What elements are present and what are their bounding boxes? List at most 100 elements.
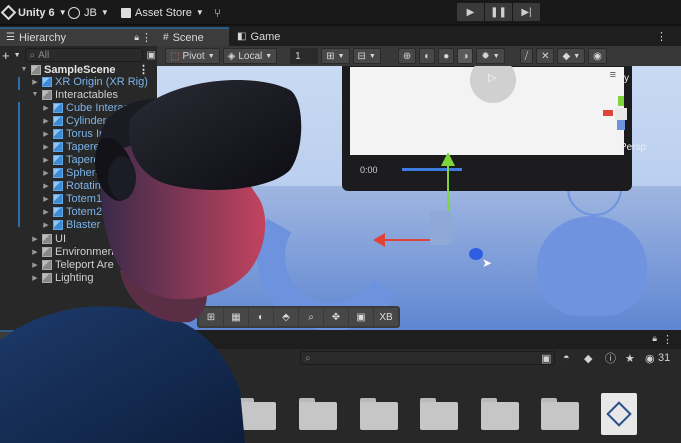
expand-arrow-icon[interactable]: ▶: [42, 143, 50, 151]
expand-arrow-icon[interactable]: ▶: [42, 104, 50, 112]
persp-label[interactable]: Persp: [620, 142, 646, 153]
project-search-input[interactable]: ⌕: [300, 351, 555, 365]
add-button[interactable]: +: [2, 351, 10, 366]
gizmo-view-x[interactable]: [603, 110, 613, 116]
expand-arrow-icon[interactable]: ▶: [31, 235, 39, 243]
expand-arrow-icon[interactable]: ▶: [42, 130, 50, 138]
tree-item[interactable]: ▶ Rotatin: [42, 179, 101, 192]
hidden-packages-icon[interactable]: ⓘ: [605, 350, 616, 366]
tree-item[interactable]: ▶ Blaster: [42, 218, 100, 231]
account-dropdown[interactable]: JB ▼: [68, 4, 109, 21]
expand-arrow-icon[interactable]: ▶: [42, 221, 50, 229]
orientation-gizmo[interactable]: [603, 96, 639, 132]
scene-viewport[interactable]: ▷ ≡ 0:00 ➤ y Persp: [157, 66, 681, 330]
version-control-button[interactable]: ⑂: [214, 4, 221, 21]
overlay-search-button[interactable]: ⌕: [299, 308, 323, 326]
expand-arrow-icon[interactable]: ▶: [42, 156, 50, 164]
filter-label-icon[interactable]: ◆: [584, 352, 592, 365]
gizmos-visibility-button[interactable]: ◉: [588, 48, 607, 64]
tab-hierarchy[interactable]: ☰ Hierarchy 🔒︎ ⋮: [0, 27, 157, 46]
expand-arrow-icon[interactable]: ▶: [31, 274, 39, 282]
folder-item[interactable]: [541, 398, 579, 430]
overlay-move-button[interactable]: ✥: [324, 308, 348, 326]
favorites-row[interactable]: ▼ ★ Fa: [4, 367, 41, 381]
expand-arrow-icon[interactable]: ▼: [20, 66, 28, 73]
save-search-icon[interactable]: ▣: [541, 352, 551, 365]
folder-item[interactable]: [299, 398, 337, 430]
add-button[interactable]: +: [2, 48, 10, 63]
video-progress-bar[interactable]: [402, 168, 462, 171]
increment-snap-dropdown[interactable]: ⊟ ▼: [352, 48, 381, 64]
expand-arrow-icon[interactable]: ▼: [31, 91, 39, 98]
tree-item[interactable]: ▶ Cube Interac: [42, 101, 129, 114]
folder-item[interactable]: [238, 398, 276, 430]
expand-arrow-icon[interactable]: ▶: [42, 208, 50, 216]
overlay-hatch-button[interactable]: ▦: [224, 308, 248, 326]
overlay-layers-button[interactable]: ⬘: [274, 308, 298, 326]
toggle-lighting-button[interactable]: ✕: [536, 48, 555, 64]
tree-item[interactable]: ▶ Sphere: [42, 166, 101, 179]
expand-arrow-icon[interactable]: ▶: [31, 248, 39, 256]
hierarchy-search-input[interactable]: ⌕ All: [24, 48, 143, 62]
overlay-xb-button[interactable]: XB: [374, 308, 398, 326]
star-icon[interactable]: ★: [625, 352, 635, 365]
unity-scene-asset[interactable]: [601, 393, 637, 435]
expand-arrow-icon[interactable]: ▶: [31, 78, 39, 86]
tree-item[interactable]: ▶ Totem1: [42, 192, 102, 205]
tree-item-ui[interactable]: ▶ UI: [31, 232, 66, 245]
gizmo-view-y[interactable]: [618, 96, 624, 106]
shading-solid-button[interactable]: ●: [438, 48, 455, 64]
pause-button[interactable]: ❚❚: [485, 3, 512, 21]
grid-size-input[interactable]: 1: [290, 48, 319, 64]
expand-arrow-icon[interactable]: ▶: [42, 117, 50, 125]
expand-arrow-icon[interactable]: ▶: [42, 195, 50, 203]
expand-arrow-icon[interactable]: ▼: [4, 370, 12, 377]
tree-item[interactable]: ▶ Totem2: [42, 205, 102, 218]
tree-item[interactable]: ▶ Torus In: [42, 127, 105, 140]
tab-project[interactable]: ▤ Project: [0, 330, 80, 349]
expand-arrow-icon[interactable]: ▶: [31, 261, 39, 269]
tree-item-xr-origin[interactable]: ▶ XR Origin (XR Rig): [31, 75, 148, 88]
tree-item[interactable]: ▶ Cylinder: [42, 114, 106, 127]
overlay-grid-button[interactable]: ⊞: [199, 308, 223, 326]
tree-item[interactable]: ▶ Tapere: [42, 140, 99, 153]
gizmo-center-cube[interactable]: [615, 108, 627, 120]
asset-store-dropdown[interactable]: Asset Store ▼: [121, 4, 204, 21]
gizmo-view-z[interactable]: [617, 120, 625, 130]
more-icon[interactable]: ⋮: [662, 333, 673, 346]
tree-item-lighting[interactable]: ▶ Lighting: [31, 271, 93, 284]
folder-item[interactable]: [481, 398, 519, 430]
tree-item[interactable]: ▶ Tapere: [42, 153, 99, 166]
unity-menu[interactable]: Unity 6 ▼: [0, 4, 67, 21]
tree-item-interactables[interactable]: ▼ Interactables: [31, 88, 118, 101]
expand-arrow-icon[interactable]: ▶: [42, 182, 50, 190]
debug-draw-dropdown[interactable]: ✹ ▼: [476, 48, 505, 64]
expand-arrow-icon[interactable]: ▶: [42, 169, 50, 177]
play-button[interactable]: ▶: [457, 3, 484, 21]
toggle-2d-button[interactable]: ⧸: [519, 48, 534, 64]
folder-item[interactable]: [420, 398, 458, 430]
tab-game[interactable]: ◧ Game: [231, 27, 286, 46]
shading-mode-button[interactable]: ◐: [419, 48, 436, 64]
folder-item[interactable]: [360, 398, 398, 430]
gizmo-z-handle[interactable]: [469, 248, 483, 260]
lock-icon[interactable]: 🔒︎: [652, 333, 657, 344]
snap-dropdown[interactable]: ⊞ ▼: [321, 48, 350, 64]
shading-lit-button[interactable]: ◑: [457, 48, 474, 64]
more-icon[interactable]: ⋮: [141, 31, 152, 44]
tab-scene[interactable]: # Scene: [157, 27, 229, 46]
pivot-dropdown[interactable]: ⬚ Pivot ▼: [165, 48, 220, 64]
layers-dropdown[interactable]: ◆ ▼: [557, 48, 586, 64]
local-dropdown[interactable]: ◈ Local ▼: [222, 48, 278, 64]
gizmo-x-arrow[interactable]: [373, 233, 385, 247]
filter-type-icon[interactable]: ◓: [563, 352, 570, 364]
tree-item-environment[interactable]: ▶ Environment: [31, 245, 116, 258]
shading-wireframe-button[interactable]: ⊕: [397, 48, 417, 64]
overlay-sphere-button[interactable]: ◐: [249, 308, 273, 326]
more-icon[interactable]: ⋮: [656, 30, 667, 43]
overlay-camera-button[interactable]: ▣: [349, 308, 373, 326]
step-button[interactable]: ▶|: [513, 3, 540, 21]
gizmo-y-arrow[interactable]: [441, 152, 455, 166]
filter-icon[interactable]: ▣: [147, 50, 156, 61]
tree-item-teleport[interactable]: ▶ Teleport Are: [31, 258, 113, 271]
